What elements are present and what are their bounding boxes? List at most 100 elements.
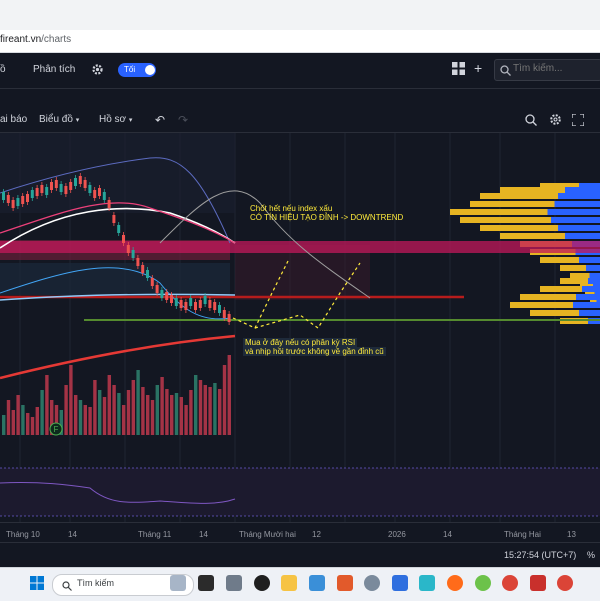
media-player-icon[interactable] bbox=[254, 575, 270, 591]
redo-icon[interactable]: ↷ bbox=[178, 113, 188, 127]
undo-icon[interactable]: ↶ bbox=[155, 113, 165, 127]
volume-bar bbox=[12, 410, 15, 435]
volume-profile-row bbox=[560, 265, 586, 271]
time-tick: Tháng Mười hai bbox=[239, 530, 296, 539]
tab-analysis[interactable]: Phân tích bbox=[33, 64, 75, 75]
volume-bar bbox=[204, 385, 207, 435]
file-explorer-icon[interactable] bbox=[281, 575, 297, 591]
clock[interactable]: 15:27:54 (UTC+7) bbox=[504, 550, 576, 560]
volume-bar bbox=[218, 389, 221, 435]
candle-body bbox=[84, 180, 87, 188]
volume-profile-row bbox=[540, 257, 579, 263]
volume-profile-row bbox=[470, 201, 555, 207]
add-icon[interactable]: + bbox=[474, 60, 482, 76]
candle-body bbox=[132, 250, 135, 258]
layout-grid-icon[interactable] bbox=[452, 62, 465, 80]
annotation-top-line1: Chốt hết nếu index xấu bbox=[250, 204, 332, 213]
fullscreen-icon[interactable] bbox=[572, 113, 584, 131]
app-icon[interactable] bbox=[337, 575, 353, 591]
volume-bar bbox=[132, 380, 135, 435]
volume-bar bbox=[84, 405, 87, 435]
address-bar[interactable] bbox=[0, 30, 600, 53]
app-icon[interactable] bbox=[198, 575, 214, 591]
app-icon[interactable] bbox=[530, 575, 546, 591]
settings-icon[interactable] bbox=[549, 113, 562, 131]
candle-body bbox=[26, 194, 29, 202]
volume-profile-row bbox=[555, 201, 600, 207]
resistance-zone bbox=[0, 241, 600, 253]
candle-body bbox=[228, 314, 231, 322]
candle-body bbox=[175, 298, 178, 306]
chrome-icon[interactable] bbox=[502, 575, 518, 591]
percent-toggle[interactable]: % bbox=[587, 550, 595, 560]
volume-bar bbox=[208, 387, 211, 435]
app-icon[interactable] bbox=[475, 575, 491, 591]
app-icon[interactable] bbox=[392, 575, 408, 591]
time-tick: 14 bbox=[443, 530, 452, 539]
quick-search-icon[interactable] bbox=[525, 113, 537, 131]
chart-type-label: Biểu đồ bbox=[39, 114, 73, 125]
windows-start-icon[interactable] bbox=[30, 576, 44, 595]
search-input[interactable] bbox=[513, 63, 593, 74]
volume-profile-row bbox=[588, 278, 600, 284]
url-text[interactable]: fireant.vn/charts bbox=[0, 34, 71, 45]
candle-body bbox=[151, 278, 154, 286]
candle-body bbox=[189, 298, 192, 306]
volume-profile-row bbox=[560, 278, 588, 284]
volume-bar bbox=[117, 393, 120, 435]
candle-body bbox=[208, 300, 211, 308]
candle-body bbox=[7, 195, 10, 203]
volume-bar bbox=[175, 393, 178, 435]
firefox-icon[interactable] bbox=[447, 575, 463, 591]
volume-bar bbox=[64, 385, 67, 435]
volume-bar bbox=[88, 407, 91, 435]
volume-profile-row bbox=[573, 302, 600, 308]
app-icon[interactable] bbox=[309, 575, 325, 591]
time-tick: 13 bbox=[567, 530, 576, 539]
volume-bar bbox=[16, 395, 19, 435]
taskbar-search-label: Tìm kiếm bbox=[77, 578, 114, 588]
volume-bar bbox=[136, 370, 139, 435]
volume-profile-row bbox=[579, 257, 600, 263]
volume-bar bbox=[103, 397, 106, 435]
volume-bar bbox=[69, 365, 72, 435]
volume-bar bbox=[141, 387, 144, 435]
cut-menu-label[interactable]: ồ bbox=[0, 64, 6, 75]
candle-body bbox=[117, 225, 120, 233]
time-tick: Tháng 10 bbox=[6, 530, 40, 539]
alerts-button[interactable]: ai báo bbox=[0, 114, 27, 125]
candle-body bbox=[103, 192, 106, 200]
volume-bar bbox=[26, 413, 29, 435]
candle-body bbox=[64, 186, 67, 194]
price-chart[interactable]: F bbox=[0, 133, 600, 522]
chart-type-button[interactable]: Biểu đồ ▾ bbox=[39, 114, 79, 125]
profile-button[interactable]: Hồ sơ ▾ bbox=[99, 114, 132, 125]
settings-icon[interactable] bbox=[364, 575, 380, 591]
camera-icon[interactable] bbox=[226, 575, 242, 591]
time-tick: 12 bbox=[312, 530, 321, 539]
volume-bar bbox=[170, 395, 173, 435]
long-ma-red bbox=[0, 336, 235, 378]
volume-bar bbox=[213, 383, 216, 435]
annotation-bottom-line1: Mua ở đây nếu có phân kỳ RSI bbox=[243, 338, 357, 347]
candle-body bbox=[2, 192, 5, 200]
chrome-icon[interactable] bbox=[557, 575, 573, 591]
widget-icon[interactable] bbox=[170, 575, 186, 591]
annotation-bottom-line2: và nhịp hồi trước không về gần đỉnh cũ bbox=[243, 347, 386, 356]
volume-bar bbox=[45, 375, 48, 435]
candle-body bbox=[165, 292, 168, 300]
app-icon[interactable] bbox=[419, 575, 435, 591]
candle-body bbox=[180, 300, 183, 308]
volume-bar bbox=[223, 365, 226, 435]
candle-body bbox=[146, 270, 149, 278]
volume-bar bbox=[156, 385, 159, 435]
gear-icon[interactable] bbox=[91, 63, 104, 81]
volume-profile-row bbox=[565, 233, 600, 239]
volume-profile-row bbox=[530, 310, 579, 316]
volume-bar bbox=[36, 407, 39, 435]
candle-body bbox=[40, 185, 43, 193]
volume-bar bbox=[21, 405, 24, 435]
volume-bar bbox=[122, 405, 125, 435]
candle-body bbox=[112, 215, 115, 223]
candle-body bbox=[50, 182, 53, 190]
